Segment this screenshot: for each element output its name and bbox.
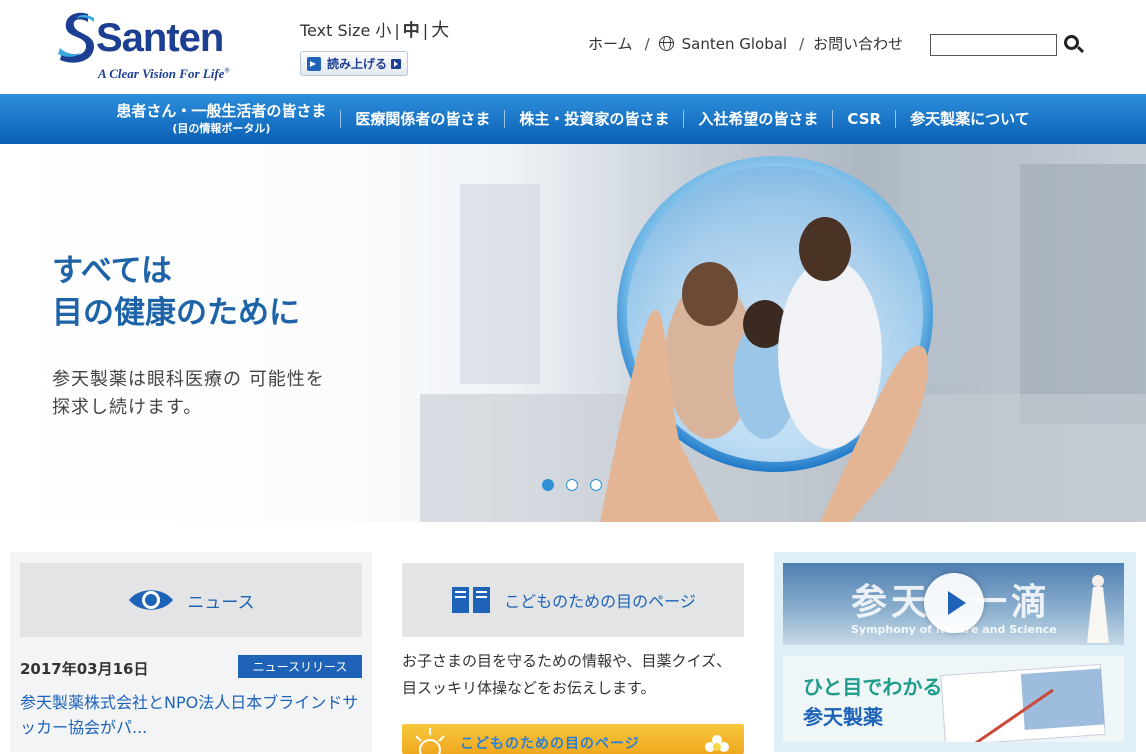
kids-description: お子さまの目を守るための情報や、目薬クイズ、目スッキリ体操などをお伝えします。: [402, 652, 732, 697]
about-title: ひと目でわかる 参天製薬: [803, 675, 943, 729]
main-nav: 患者さん・一般生活者の皆さま (目の情報ポータル) 医療関係者の皆さま 株主・投…: [0, 94, 1146, 144]
nav-item-investors[interactable]: 株主・投資家の皆さま: [504, 110, 683, 128]
news-headline-link[interactable]: 参天製薬株式会社とNPO法人日本ブラインドサッカー協会がパ...: [20, 690, 360, 740]
book-icon: [452, 587, 491, 613]
text-size-large[interactable]: 大: [431, 16, 449, 42]
nav-label: 患者さん・一般生活者の皆さま: [116, 102, 327, 120]
woman-silhouette: [1087, 575, 1109, 643]
flower-icon: [705, 735, 729, 752]
carousel-dot-2[interactable]: [566, 479, 578, 491]
about-banner[interactable]: ひと目でわかる 参天製薬: [783, 656, 1124, 742]
logo-tagline: A Clear Vision For Life®: [98, 66, 230, 81]
news-date: 2017年03月16日: [20, 660, 149, 678]
kids-title: こどものための目のページ: [504, 592, 696, 611]
text-size-separator: |: [394, 21, 400, 40]
news-header[interactable]: ニュース: [20, 563, 362, 637]
util-link-contact[interactable]: お問い合わせ: [813, 33, 903, 54]
util-separator: /: [799, 34, 805, 53]
news-title: ニュース: [187, 592, 255, 613]
hero-subcopy: 参天製薬は眼科医療の 可能性を 探求し続けます。: [52, 369, 325, 418]
read-aloud-button[interactable]: 読み上げる: [300, 51, 408, 76]
kids-banner[interactable]: こどものための目のページ: [402, 724, 744, 754]
speaker-icon: [307, 56, 321, 71]
read-aloud-label: 読み上げる: [327, 57, 388, 71]
carousel-dot-3[interactable]: [590, 479, 602, 491]
globe-icon: [658, 36, 674, 51]
text-size-small[interactable]: 小: [375, 17, 391, 41]
nav-item-patients[interactable]: 患者さん・一般生活者の皆さま (目の情報ポータル): [102, 102, 340, 136]
util-link-home[interactable]: ホーム: [588, 33, 633, 54]
logo-wordmark: Santen: [96, 16, 224, 60]
nav-item-medical[interactable]: 医療関係者の皆さま: [340, 110, 504, 128]
search-button[interactable]: [1063, 34, 1085, 56]
carousel-dots: [542, 479, 602, 491]
santen-logo[interactable]: Santen A Clear Vision For Life®: [58, 8, 248, 88]
site-header: Santen A Clear Vision For Life® Text Siz…: [0, 0, 1146, 94]
news-category-badge[interactable]: ニュースリリース: [238, 655, 362, 678]
carousel-dot-1[interactable]: [542, 479, 554, 491]
santen-logo-mark: [58, 12, 94, 63]
nav-item-careers[interactable]: 入社希望の皆さま: [683, 110, 832, 128]
nav-sublabel: (目の情報ポータル): [172, 122, 271, 135]
text-size-label: Text Size: [300, 21, 371, 40]
arrow-right-icon: [391, 58, 402, 69]
hero-image: [420, 144, 1146, 522]
text-size-separator: |: [422, 21, 429, 40]
eye-icon: [129, 590, 174, 610]
nav-item-csr[interactable]: CSR: [832, 110, 895, 128]
search-input[interactable]: [930, 34, 1057, 56]
play-icon[interactable]: [924, 573, 984, 633]
text-size-control: Text Size 小 | 中 | 大: [300, 16, 449, 42]
video-banner[interactable]: 参天 一滴 Symphony of Nature and Science: [783, 563, 1124, 645]
news-card: ニュース 2017年03月16日 ニュースリリース 参天製薬株式会社とNPO法人…: [10, 552, 372, 752]
nav-item-about[interactable]: 参天製薬について: [895, 110, 1044, 128]
text-size-medium[interactable]: 中: [403, 16, 420, 41]
util-separator: /: [644, 34, 650, 53]
kids-header[interactable]: こどものための目のページ: [402, 563, 744, 637]
kids-banner-text: こどものための目のページ: [460, 736, 640, 752]
sun-icon: [415, 728, 445, 754]
hero-headline: すべては 目の健康のために: [52, 253, 300, 331]
brochure-image: [940, 663, 1106, 742]
promo-card: 参天 一滴 Symphony of Nature and Science ひと目…: [774, 552, 1136, 752]
kids-card: こどものための目のページ お子さまの目を守るための情報や、目薬クイズ、目スッキリ…: [392, 552, 754, 754]
hero-carousel[interactable]: すべては 目の健康のために 参天製薬は眼科医療の 可能性を 探求し続けます。: [0, 144, 1146, 522]
content-area: ニュース 2017年03月16日 ニュースリリース 参天製薬株式会社とNPO法人…: [0, 522, 1146, 754]
util-link-santen-global[interactable]: Santen Global: [682, 35, 787, 53]
utility-nav: ホーム / Santen Global / お問い合わせ: [588, 33, 903, 54]
